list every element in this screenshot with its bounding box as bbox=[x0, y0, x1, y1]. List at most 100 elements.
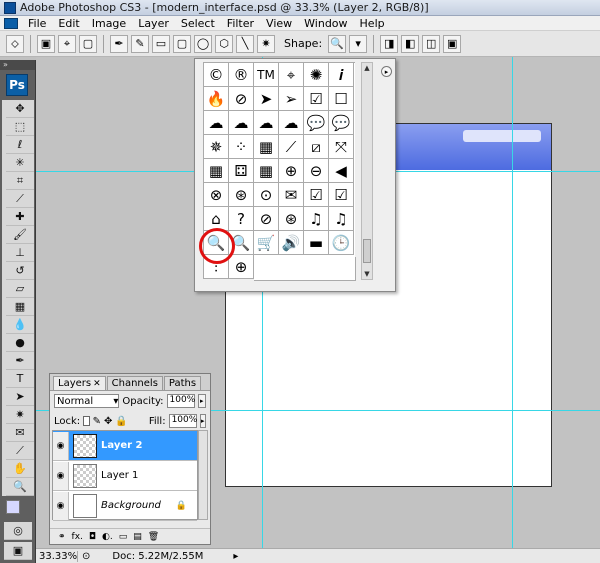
clock-shape-icon[interactable]: 🕒 bbox=[329, 231, 354, 255]
pen-icon[interactable]: ✒ bbox=[110, 34, 128, 53]
history-brush-tool-icon[interactable]: ↺ bbox=[6, 262, 34, 280]
magnifier-shape-icon[interactable]: 🔍 bbox=[204, 231, 229, 255]
cloud-shape-icon[interactable]: ☁ bbox=[204, 111, 229, 135]
lock-all-icon[interactable]: 🔒 bbox=[115, 416, 127, 427]
cross-arrows-shape-icon[interactable]: ⤧ bbox=[329, 135, 354, 159]
layer-row[interactable]: ◉ Background 🔒 bbox=[53, 491, 197, 521]
minus-circle-shape-icon[interactable]: ⊖ bbox=[304, 159, 329, 183]
shopping-cart-shape-icon[interactable]: 🛒 bbox=[254, 231, 279, 255]
shape-layers-icon[interactable]: ▣ bbox=[37, 34, 55, 53]
lock-image-icon[interactable]: ✎ bbox=[93, 416, 101, 427]
film-reel-shape-icon[interactable]: ⊛ bbox=[279, 207, 304, 231]
zoom-tool-icon[interactable]: 🔍 bbox=[6, 478, 34, 496]
marquee-tool-icon[interactable]: ⬚ bbox=[6, 118, 34, 136]
registered-shape-icon[interactable]: ® bbox=[229, 63, 254, 87]
zoom-level[interactable]: 33.33% bbox=[36, 550, 78, 562]
healing-brush-tool-icon[interactable]: ✚ bbox=[6, 208, 34, 226]
intersect-shapes-icon[interactable]: ◫ bbox=[422, 34, 441, 53]
tools-collapse-toggle[interactable]: » bbox=[0, 60, 35, 70]
rectangle-icon[interactable]: ▭ bbox=[152, 34, 170, 53]
music-note-shape-icon[interactable]: ♫ bbox=[304, 207, 329, 231]
menu-filter[interactable]: Filter bbox=[221, 17, 260, 30]
menu-edit[interactable]: Edit bbox=[52, 17, 85, 30]
ellipse-icon[interactable]: ◯ bbox=[194, 34, 212, 53]
starburst-shape-icon[interactable]: ✺ bbox=[304, 63, 329, 87]
status-info-icon[interactable]: ⊙ bbox=[82, 551, 90, 562]
layer-row[interactable]: ◉ Layer 2 bbox=[53, 431, 197, 461]
visibility-eye-icon[interactable]: ◉ bbox=[53, 491, 69, 520]
crop-tool-icon[interactable]: ⌗ bbox=[6, 172, 34, 190]
trash-icon[interactable]: 🗑 bbox=[148, 532, 159, 542]
rounded-rectangle-icon[interactable]: ▢ bbox=[173, 34, 191, 53]
fill-pixels-icon[interactable]: ▢ bbox=[79, 34, 97, 53]
close-icon[interactable]: ✕ bbox=[93, 379, 101, 389]
no-sign-shape-icon[interactable]: ⊘ bbox=[229, 87, 254, 111]
shape-preview-magnifier-icon[interactable]: 🔍 bbox=[328, 34, 347, 53]
vertical-guide[interactable] bbox=[512, 57, 513, 548]
checkmark-box-shape-icon[interactable]: ☑ bbox=[304, 183, 329, 207]
tab-paths[interactable]: Paths bbox=[163, 376, 202, 390]
magic-wand-tool-icon[interactable]: ✳ bbox=[6, 154, 34, 172]
paths-icon[interactable]: ⌖ bbox=[58, 34, 76, 53]
checkbox-empty-shape-icon[interactable]: ☐ bbox=[329, 87, 354, 111]
opacity-slider-arrow-icon[interactable]: ▸ bbox=[197, 394, 206, 408]
menu-layer[interactable]: Layer bbox=[132, 17, 175, 30]
dots-shape-icon[interactable]: ⁘ bbox=[229, 135, 254, 159]
move-tool-icon[interactable]: ✥ bbox=[6, 100, 34, 118]
layer-row[interactable]: ◉ Layer 1 bbox=[53, 461, 197, 491]
notes-tool-icon[interactable]: ✉ bbox=[6, 424, 34, 442]
copyright-shape-icon[interactable]: © bbox=[204, 63, 229, 87]
checkmark-box-shape-icon[interactable]: ☑ bbox=[329, 183, 354, 207]
combine-shapes-icon[interactable]: ◨ bbox=[380, 34, 399, 53]
line-icon[interactable]: ╲ bbox=[236, 34, 254, 53]
eraser-tool-icon[interactable]: ▱ bbox=[6, 280, 34, 298]
foreground-color-swatch[interactable] bbox=[6, 500, 20, 514]
new-layer-icon[interactable]: ▤ bbox=[133, 532, 142, 542]
envelope-shape-icon[interactable]: ✉ bbox=[279, 183, 304, 207]
layers-scrollbar[interactable] bbox=[198, 430, 208, 520]
right-arrow-circle-shape-icon[interactable]: ⊗ bbox=[204, 183, 229, 207]
arrow-pointer-outline-shape-icon[interactable]: ➢ bbox=[279, 87, 304, 111]
eyedropper-tool-icon[interactable]: ⟋ bbox=[6, 442, 34, 460]
scroll-thumb[interactable] bbox=[363, 239, 371, 263]
hatch-shape-icon[interactable]: ⧄ bbox=[304, 135, 329, 159]
lock-position-icon[interactable]: ✥ bbox=[104, 416, 112, 427]
tools-shape-icon[interactable]: ⫶ bbox=[204, 255, 229, 279]
checker-shape-icon[interactable]: ▦ bbox=[204, 159, 229, 183]
gradient-tool-icon[interactable]: ▦ bbox=[6, 298, 34, 316]
polygon-icon[interactable]: ⬡ bbox=[215, 34, 233, 53]
lock-transparency-icon[interactable] bbox=[83, 416, 90, 426]
dice-shape-icon[interactable]: ⚃ bbox=[229, 159, 254, 183]
cloud-shape-icon[interactable]: ☁ bbox=[279, 111, 304, 135]
fire-shape-icon[interactable]: 🔥 bbox=[204, 87, 229, 111]
cloud-shape-icon[interactable]: ☁ bbox=[229, 111, 254, 135]
cloud-shape-icon[interactable]: ☁ bbox=[254, 111, 279, 135]
quick-mask-icon[interactable]: ◎ bbox=[4, 522, 32, 540]
menu-view[interactable]: View bbox=[260, 17, 298, 30]
shape-dropdown-icon[interactable]: ▾ bbox=[349, 34, 368, 53]
layer-style-icon[interactable]: fx. bbox=[72, 532, 83, 542]
grid-shape-icon[interactable]: ▦ bbox=[254, 159, 279, 183]
down-arrow-circle-shape-icon[interactable]: ⊛ bbox=[229, 183, 254, 207]
target-shape-icon[interactable]: ⌖ bbox=[279, 63, 304, 87]
scroll-down-arrow-icon[interactable]: ▼ bbox=[362, 269, 372, 279]
clone-stamp-tool-icon[interactable]: ⊥ bbox=[6, 244, 34, 262]
menu-window[interactable]: Window bbox=[298, 17, 353, 30]
path-selection-tool-icon[interactable]: ➤ bbox=[6, 388, 34, 406]
music-note-shape-icon[interactable]: ♫ bbox=[329, 207, 354, 231]
opacity-input[interactable]: 100% bbox=[166, 394, 195, 408]
slice-tool-icon[interactable]: ⟋ bbox=[6, 190, 34, 208]
blur-tool-icon[interactable]: 💧 bbox=[6, 316, 34, 334]
ps-menu-icon[interactable] bbox=[4, 17, 18, 29]
scroll-up-arrow-icon[interactable]: ▲ bbox=[362, 63, 372, 73]
fill-input[interactable]: 100% bbox=[168, 414, 197, 428]
custom-shape-tool-icon[interactable]: ✷ bbox=[6, 406, 34, 424]
menu-file[interactable]: File bbox=[22, 17, 52, 30]
link-layers-icon[interactable]: ⚭ bbox=[58, 532, 66, 542]
subtract-shapes-icon[interactable]: ◧ bbox=[401, 34, 420, 53]
menu-help[interactable]: Help bbox=[354, 17, 391, 30]
speaker-shape-icon[interactable]: 🔊 bbox=[279, 231, 304, 255]
battery-shape-icon[interactable]: ▬ bbox=[304, 231, 329, 255]
plus-circle-shape-icon[interactable]: ⊕ bbox=[279, 159, 304, 183]
new-group-icon[interactable]: ▭ bbox=[119, 532, 128, 542]
